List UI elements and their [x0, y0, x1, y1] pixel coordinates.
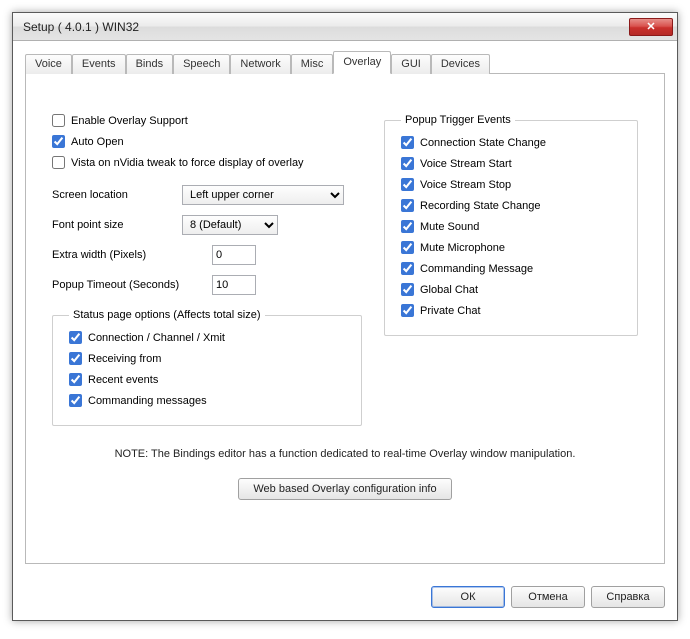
status-option-checkbox-0[interactable]	[69, 331, 82, 344]
trigger-event-checkbox-8[interactable]	[401, 304, 414, 317]
trigger-event-checkbox-7[interactable]	[401, 283, 414, 296]
font-size-label: Font point size	[52, 219, 182, 231]
trigger-event-checkbox-0[interactable]	[401, 136, 414, 149]
tab-strip: VoiceEventsBindsSpeechNetworkMiscOverlay…	[25, 51, 665, 74]
trigger-event-checkbox-6[interactable]	[401, 262, 414, 275]
extra-width-input[interactable]	[212, 245, 256, 265]
screen-location-label: Screen location	[52, 189, 182, 201]
trigger-event-label-3[interactable]: Recording State Change	[420, 200, 540, 212]
close-icon: ✕	[646, 20, 655, 33]
tab-voice[interactable]: Voice	[25, 54, 72, 74]
status-option-label-2[interactable]: Recent events	[88, 374, 158, 386]
auto-open-checkbox[interactable]	[52, 135, 65, 148]
overlay-left-column: Enable Overlay Support Auto Open Vista o…	[52, 114, 362, 426]
tab-events[interactable]: Events	[72, 54, 126, 74]
screen-location-select[interactable]: Left upper corner	[182, 185, 344, 205]
enable-overlay-label[interactable]: Enable Overlay Support	[71, 115, 188, 127]
tab-network[interactable]: Network	[230, 54, 290, 74]
dialog-button-bar: ОК Отмена Справка	[13, 576, 677, 620]
trigger-event-label-5[interactable]: Mute Microphone	[420, 242, 505, 254]
tab-overlay-panel: Enable Overlay Support Auto Open Vista o…	[25, 74, 665, 564]
tab-binds[interactable]: Binds	[126, 54, 174, 74]
status-option-checkbox-1[interactable]	[69, 352, 82, 365]
status-option-checkbox-2[interactable]	[69, 373, 82, 386]
trigger-event-label-4[interactable]: Mute Sound	[420, 221, 479, 233]
status-page-legend: Status page options (Affects total size)	[69, 309, 265, 321]
trigger-event-label-1[interactable]: Voice Stream Start	[420, 158, 512, 170]
auto-open-label[interactable]: Auto Open	[71, 136, 124, 148]
tab-gui[interactable]: GUI	[391, 54, 431, 74]
close-button[interactable]: ✕	[629, 18, 673, 36]
setup-window: Setup ( 4.0.1 ) WIN32 ✕ VoiceEventsBinds…	[12, 12, 678, 621]
ok-button[interactable]: ОК	[431, 586, 505, 608]
popup-timeout-label: Popup Timeout (Seconds)	[52, 279, 212, 291]
trigger-event-checkbox-4[interactable]	[401, 220, 414, 233]
trigger-event-checkbox-5[interactable]	[401, 241, 414, 254]
status-option-label-0[interactable]: Connection / Channel / Xmit	[88, 332, 225, 344]
vista-tweak-label[interactable]: Vista on nVidia tweak to force display o…	[71, 157, 304, 169]
cancel-button[interactable]: Отмена	[511, 586, 585, 608]
status-page-options-group: Status page options (Affects total size)…	[52, 309, 362, 426]
popup-timeout-input[interactable]	[212, 275, 256, 295]
client-area: VoiceEventsBindsSpeechNetworkMiscOverlay…	[13, 41, 677, 576]
titlebar: Setup ( 4.0.1 ) WIN32 ✕	[13, 13, 677, 41]
trigger-event-checkbox-3[interactable]	[401, 199, 414, 212]
tab-overlay[interactable]: Overlay	[333, 51, 391, 74]
vista-tweak-checkbox[interactable]	[52, 156, 65, 169]
trigger-event-label-6[interactable]: Commanding Message	[420, 263, 533, 275]
web-config-button[interactable]: Web based Overlay configuration info	[238, 478, 451, 500]
window-title: Setup ( 4.0.1 ) WIN32	[23, 20, 629, 34]
bindings-note: NOTE: The Bindings editor has a function…	[52, 448, 638, 460]
popup-trigger-events-group: Popup Trigger Events Connection State Ch…	[384, 114, 638, 336]
tab-devices[interactable]: Devices	[431, 54, 490, 74]
overlay-right-column: Popup Trigger Events Connection State Ch…	[384, 114, 638, 426]
trigger-event-checkbox-1[interactable]	[401, 157, 414, 170]
status-option-label-3[interactable]: Commanding messages	[88, 395, 207, 407]
tab-misc[interactable]: Misc	[291, 54, 334, 74]
trigger-event-label-2[interactable]: Voice Stream Stop	[420, 179, 511, 191]
popup-trigger-legend: Popup Trigger Events	[401, 114, 515, 126]
status-option-label-1[interactable]: Receiving from	[88, 353, 161, 365]
extra-width-label: Extra width (Pixels)	[52, 249, 212, 261]
font-size-select[interactable]: 8 (Default)	[182, 215, 278, 235]
trigger-event-label-0[interactable]: Connection State Change	[420, 137, 546, 149]
status-option-checkbox-3[interactable]	[69, 394, 82, 407]
help-button[interactable]: Справка	[591, 586, 665, 608]
trigger-event-label-7[interactable]: Global Chat	[420, 284, 478, 296]
trigger-event-checkbox-2[interactable]	[401, 178, 414, 191]
enable-overlay-checkbox[interactable]	[52, 114, 65, 127]
trigger-event-label-8[interactable]: Private Chat	[420, 305, 481, 317]
tab-speech[interactable]: Speech	[173, 54, 230, 74]
